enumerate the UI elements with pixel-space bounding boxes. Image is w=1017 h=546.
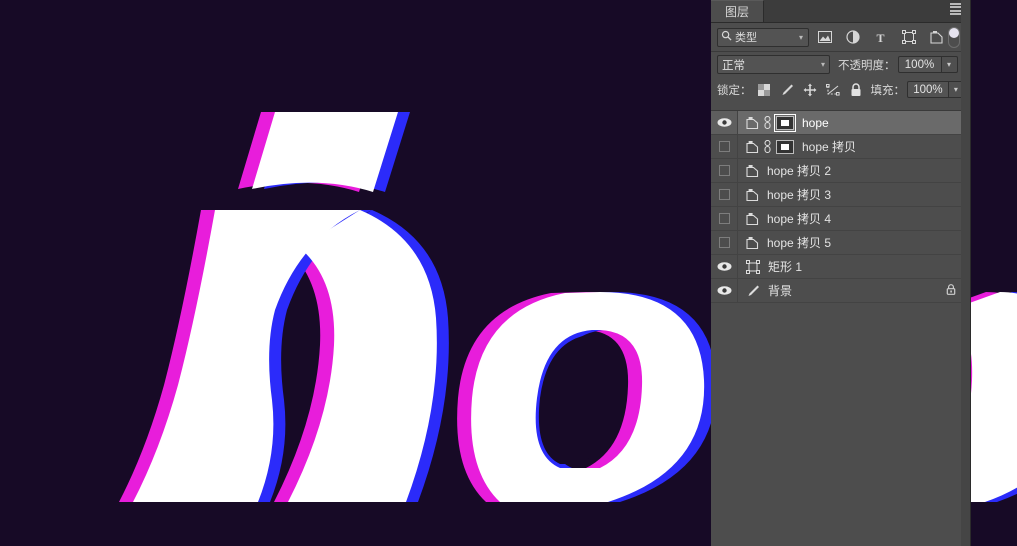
fill-label: 填充： xyxy=(870,84,906,97)
filter-enable-toggle[interactable] xyxy=(948,26,960,48)
pixel-layer-filter-icon[interactable] xyxy=(817,30,832,45)
layer-visibility-checkbox[interactable] xyxy=(711,207,738,230)
layer-thumbnails xyxy=(746,212,759,226)
lock-icon-group xyxy=(757,82,863,97)
tab-layers-label: 图层 xyxy=(725,5,750,19)
layer-name: hope 拷贝 5 xyxy=(767,236,832,250)
lock-artboard-nesting-icon[interactable] xyxy=(825,83,840,97)
layer-visibility-checkbox[interactable] xyxy=(711,159,738,182)
layer-visibility-eye-icon[interactable] xyxy=(711,279,738,302)
layer-thumbnails xyxy=(746,139,794,154)
chevron-down-icon[interactable]: ▾ xyxy=(821,60,825,69)
empty-checkbox-icon xyxy=(718,141,730,152)
layer-row[interactable]: 背景 xyxy=(711,279,970,303)
smart-object-thumbnail-icon[interactable] xyxy=(746,140,759,154)
eye-icon xyxy=(717,117,732,128)
layer-visibility-eye-icon[interactable] xyxy=(711,255,738,278)
smart-object-thumbnail-icon[interactable] xyxy=(746,116,759,130)
lock-transparent-pixels-icon[interactable] xyxy=(757,83,771,97)
smart-object-thumbnail-icon[interactable] xyxy=(746,212,759,226)
smart-object-filter-icon[interactable] xyxy=(929,30,944,45)
layer-link-icon[interactable] xyxy=(763,116,772,129)
filter-type-icons: T xyxy=(817,30,944,45)
filter-kind-select[interactable]: 类型 ▾ xyxy=(717,27,809,47)
layer-name: hope 拷贝 xyxy=(802,140,857,154)
layer-thumbnails xyxy=(746,236,759,250)
layer-name: hope 拷贝 4 xyxy=(767,212,832,226)
layer-row[interactable]: hope 拷贝 2 xyxy=(711,159,970,183)
smart-object-thumbnail-icon[interactable] xyxy=(746,236,759,250)
layers-panel[interactable]: 图层 类型 ▾ T 正常 ▾ 不透明度： 100% ▾ 锁定： 填充： 100%… xyxy=(711,0,971,546)
lock-all-icon[interactable] xyxy=(849,82,863,97)
lock-image-pixels-icon[interactable] xyxy=(780,83,794,97)
empty-checkbox-icon xyxy=(718,165,730,176)
layer-filter-row: 类型 ▾ T xyxy=(711,23,970,52)
smart-object-thumbnail-icon[interactable] xyxy=(746,164,759,178)
layer-row[interactable]: 矩形 1 xyxy=(711,255,970,279)
lock-row: 锁定： 填充： 100% ▾ xyxy=(711,77,970,102)
svg-text:T: T xyxy=(876,31,884,44)
layer-thumbnails xyxy=(746,259,760,274)
background-layer-thumbnail-icon[interactable] xyxy=(746,284,760,298)
empty-checkbox-icon xyxy=(718,213,730,224)
layers-scrollbar[interactable] xyxy=(961,0,970,546)
layer-thumbnails xyxy=(746,284,760,298)
layer-link-icon[interactable] xyxy=(763,140,772,153)
layer-name: hope xyxy=(802,115,829,130)
blend-mode-select[interactable]: 正常 ▾ xyxy=(717,55,830,74)
filter-kind-label: 类型 xyxy=(735,32,757,44)
shape-layer-thumbnail-icon[interactable] xyxy=(746,259,760,274)
layer-thumbnails xyxy=(746,188,759,202)
shape-layer-filter-icon[interactable] xyxy=(901,30,916,45)
layer-name: 矩形 1 xyxy=(768,260,803,274)
layer-mask-thumbnail[interactable] xyxy=(776,139,794,154)
layer-row[interactable]: hope 拷贝 xyxy=(711,135,970,159)
lock-position-icon[interactable] xyxy=(803,83,817,97)
opacity-stepper[interactable]: ▾ xyxy=(941,56,958,73)
layer-row[interactable]: hope 拷贝 5 xyxy=(711,231,970,255)
layer-thumbnails xyxy=(746,113,796,132)
layer-visibility-eye-icon[interactable] xyxy=(711,111,738,134)
type-layer-filter-icon[interactable]: T xyxy=(873,30,888,45)
eye-icon xyxy=(717,285,732,296)
layer-mask-thumbnail[interactable] xyxy=(774,113,796,132)
layer-row[interactable]: hope xyxy=(711,111,970,135)
layer-visibility-checkbox[interactable] xyxy=(711,135,738,158)
empty-checkbox-icon xyxy=(718,189,730,200)
layer-list[interactable]: hope hope 拷贝 hope 拷贝 2 hope 拷贝 3 hope 拷贝 4 ho… xyxy=(711,110,970,546)
layer-visibility-checkbox[interactable] xyxy=(711,231,738,254)
panel-tab-bar: 图层 xyxy=(711,0,970,23)
search-icon xyxy=(721,30,732,44)
eye-icon xyxy=(717,261,732,272)
tab-layers[interactable]: 图层 xyxy=(711,0,765,22)
blend-mode-row: 正常 ▾ 不透明度： 100% ▾ xyxy=(711,52,970,77)
layer-thumbnails xyxy=(746,164,759,178)
layer-name: hope 拷贝 2 xyxy=(767,164,832,178)
layer-locked-icon xyxy=(946,283,956,298)
layer-visibility-checkbox[interactable] xyxy=(711,183,738,206)
smart-object-thumbnail-icon[interactable] xyxy=(746,188,759,202)
fill-input[interactable]: 100% xyxy=(907,81,949,98)
layer-row[interactable]: hope 拷贝 3 xyxy=(711,183,970,207)
blend-mode-value: 正常 xyxy=(722,59,745,72)
chevron-down-icon[interactable]: ▾ xyxy=(799,33,803,42)
layer-name: 背景 xyxy=(768,284,793,298)
opacity-label: 不透明度： xyxy=(838,59,896,72)
adjustment-layer-filter-icon[interactable] xyxy=(845,30,860,45)
lock-label: 锁定： xyxy=(717,84,752,97)
layer-row[interactable]: hope 拷贝 4 xyxy=(711,207,970,231)
layer-name: hope 拷贝 3 xyxy=(767,188,832,202)
empty-checkbox-icon xyxy=(718,237,730,248)
opacity-input[interactable]: 100% xyxy=(897,56,942,73)
